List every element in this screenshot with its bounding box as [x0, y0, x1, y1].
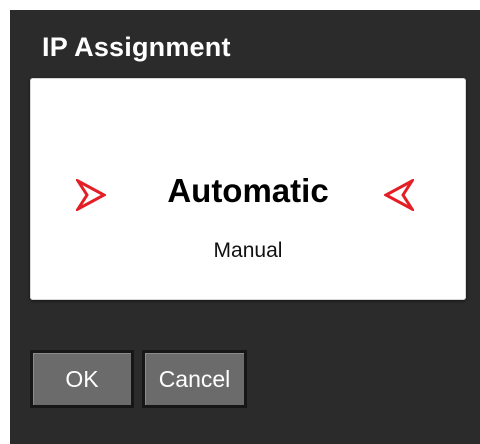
ok-button[interactable]: OK: [30, 350, 134, 408]
option-picker[interactable]: Automatic Manual: [30, 78, 466, 300]
chevron-left-icon: [384, 179, 414, 211]
ip-assignment-dialog: IP Assignment Automatic Manual OK Cancel: [10, 10, 480, 444]
cancel-button[interactable]: Cancel: [142, 350, 247, 408]
option-manual[interactable]: Manual: [30, 239, 466, 263]
dialog-title: IP Assignment: [42, 32, 231, 62]
